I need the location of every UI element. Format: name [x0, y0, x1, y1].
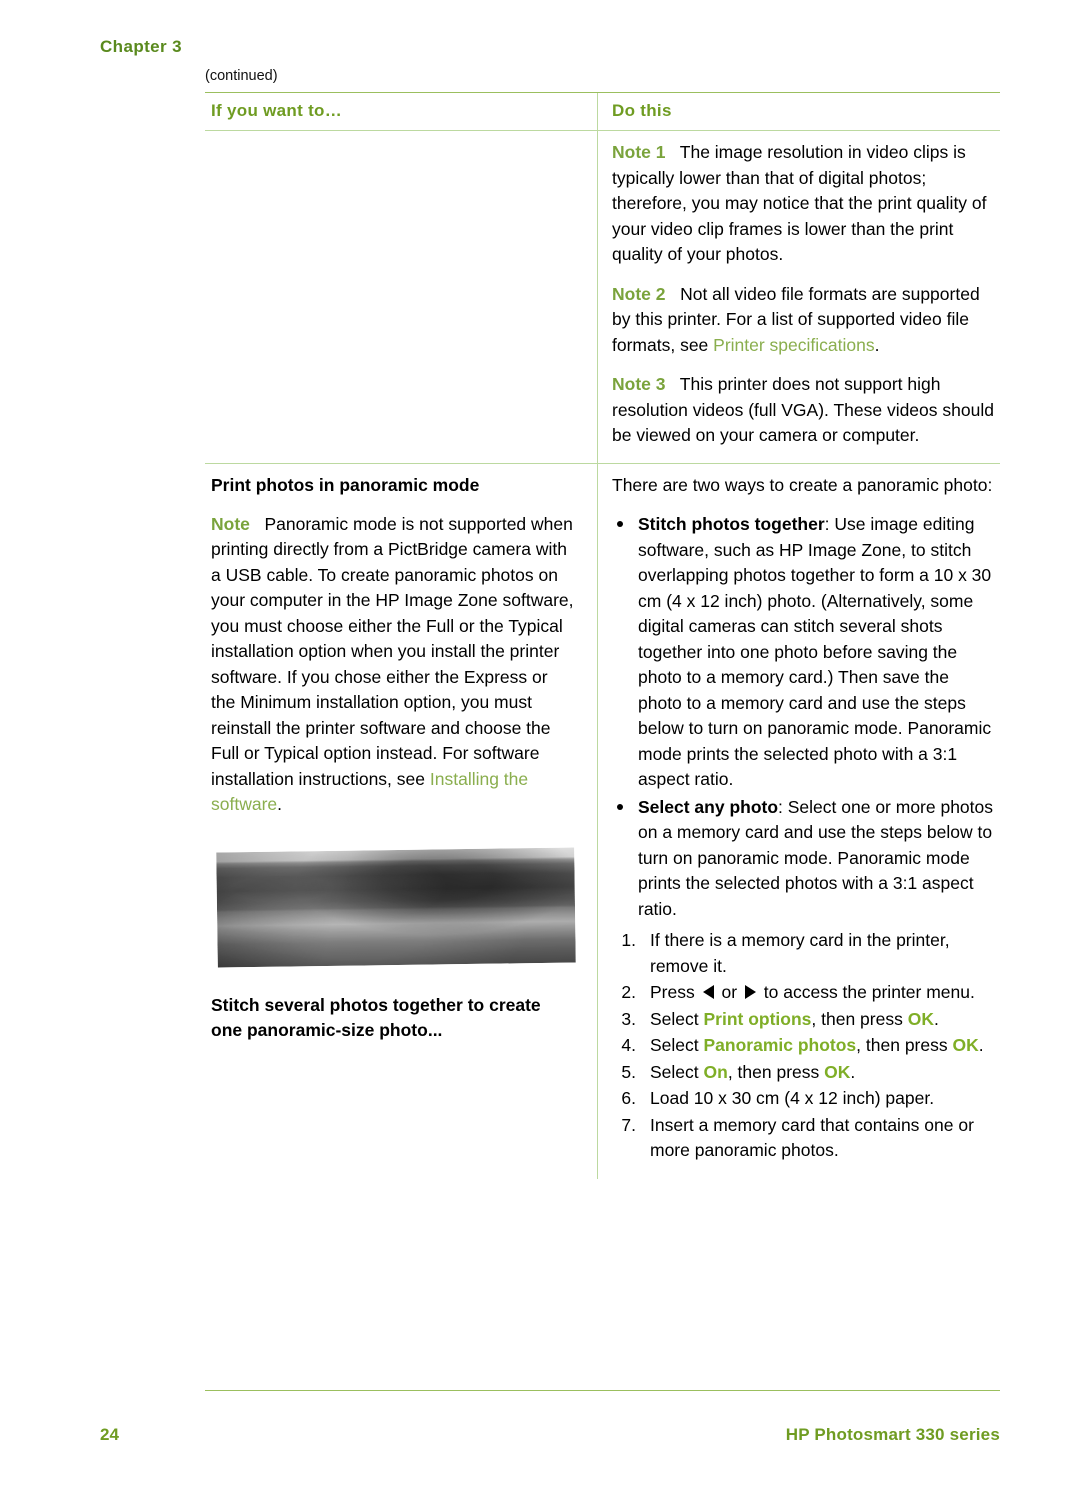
intro-paragraph: There are two ways to create a panoramic…: [612, 474, 993, 495]
panoramic-note-paragraph: Note Panoramic mode is not supported whe…: [211, 512, 575, 818]
note-label: Note: [211, 513, 250, 534]
menu-item-print-options: Print options: [703, 1008, 812, 1029]
table-header-cell-left: If you want to…: [205, 93, 597, 130]
step-text-mid: , then press: [727, 1061, 825, 1082]
table-row: Note 1 The image resolution in video cli…: [205, 131, 1000, 463]
note-3-paragraph: Note 3 This printer does not support hig…: [612, 372, 994, 449]
bullet-2-bold: Select any photo: [638, 796, 779, 817]
row2-cell-right: There are two ways to create a panoramic…: [597, 463, 1000, 1179]
note-text: Panoramic mode is not supported when pri…: [211, 513, 574, 789]
row1-cell-left: [205, 131, 597, 463]
step-text-pre: Select: [650, 1061, 704, 1082]
printer-specifications-link[interactable]: Printer specifications: [713, 335, 874, 355]
step-number: 7.: [621, 1114, 636, 1135]
button-ok: OK: [907, 1008, 934, 1029]
step-text-pre: Select: [650, 1008, 704, 1029]
chapter-label: Chapter 3: [100, 37, 183, 56]
step-text-post: to access the printer menu.: [758, 982, 975, 1002]
table-header-row: If you want to… Do this: [205, 93, 1000, 130]
list-item: 6. Load 10 x 30 cm (4 x 12 inch) paper.: [612, 1086, 994, 1112]
table-row: Print photos in panoramic mode Note Pano…: [205, 463, 1000, 1179]
step-text: Load 10 x 30 cm (4 x 12 inch) paper.: [650, 1088, 935, 1108]
list-item: 7. Insert a memory card that contains on…: [612, 1113, 994, 1164]
step-text-post: .: [850, 1061, 856, 1082]
step-text-pre: Select: [650, 1035, 704, 1055]
row1-cell-right: Note 1 The image resolution in video cli…: [597, 131, 1000, 463]
list-item: 3. Select Print options, then press OK.: [612, 1007, 994, 1033]
photo-caption: Stitch several photos together to create…: [211, 994, 541, 1040]
list-item: 5. Select On, then press OK.: [612, 1060, 994, 1086]
step-number: 3.: [621, 1008, 636, 1029]
table-header-cell-right: Do this: [597, 93, 1000, 130]
methods-bullet-list: Stitch photos together: Use image editin…: [612, 512, 994, 922]
step-text: Insert a memory card that contains one o…: [650, 1114, 974, 1161]
right-arrow-icon: [744, 985, 756, 999]
button-ok: OK: [824, 1061, 851, 1082]
continued-label: (continued): [205, 68, 278, 84]
page-number: 24: [100, 1425, 119, 1444]
step-number: 4.: [621, 1035, 636, 1055]
note-2-end: .: [874, 334, 880, 355]
note-2-paragraph: Note 2 Not all video file formats are su…: [612, 282, 994, 359]
list-item: 4. Select Panoramic photos, then press O…: [612, 1033, 994, 1059]
button-ok: OK: [952, 1035, 979, 1055]
panoramic-photo-image: [216, 847, 576, 967]
step-number: 2.: [621, 982, 636, 1002]
step-text: If there is a memory card in the printer…: [650, 930, 950, 976]
step-text-pre: Press: [650, 982, 700, 1002]
step-text-post: .: [933, 1008, 939, 1029]
procedure-steps: 1. If there is a memory card in the prin…: [612, 928, 994, 1164]
step-text-mid: , then press: [856, 1035, 953, 1055]
step-text-post: .: [978, 1035, 984, 1055]
note-1-label: Note 1: [612, 142, 666, 162]
bullet-dot-icon: [617, 803, 623, 810]
column-header-if-you-want-to: If you want to…: [211, 101, 343, 120]
document-page: Chapter 3 (continued) If you want to… Do…: [0, 0, 1080, 1495]
footer-rule: [205, 1390, 1000, 1391]
note-1-paragraph: Note 1 The image resolution in video cli…: [612, 140, 994, 268]
bullet-1-text: : Use image editing software, such as HP…: [638, 514, 992, 789]
step-number: 5.: [621, 1061, 636, 1082]
step-text-mid: , then press: [811, 1008, 908, 1029]
product-name-footer: HP Photosmart 330 series: [785, 1425, 1000, 1444]
note-end: .: [277, 794, 283, 814]
row2-cell-left: Print photos in panoramic mode Note Pano…: [205, 464, 597, 1179]
list-item: Stitch photos together: Use image editin…: [612, 512, 994, 793]
panoramic-mode-title: Print photos in panoramic mode: [211, 474, 480, 495]
menu-item-on: On: [703, 1061, 728, 1082]
note-3-text: This printer does not support high resol…: [612, 374, 994, 445]
menu-item-panoramic-photos: Panoramic photos: [703, 1035, 857, 1055]
step-number: 6.: [621, 1088, 636, 1108]
list-item: 1. If there is a memory card in the prin…: [612, 928, 994, 979]
bullet-1-bold: Stitch photos together: [638, 514, 825, 534]
list-item: 2. Press or to access the printer menu.: [612, 980, 994, 1006]
landscape-photo: [216, 847, 576, 967]
left-arrow-icon: [702, 985, 714, 999]
list-item: Select any photo: Select one or more pho…: [612, 795, 994, 923]
column-header-do-this: Do this: [612, 101, 672, 120]
step-text-mid: or: [716, 982, 742, 1002]
step-number: 1.: [621, 930, 636, 950]
note-3-label: Note 3: [612, 374, 666, 394]
note-1-text: The image resolution in video clips is t…: [612, 142, 987, 264]
instructions-table: If you want to… Do this Note 1 The image…: [205, 92, 1000, 1179]
note-2-label: Note 2: [612, 283, 666, 304]
bullet-dot-icon: [617, 521, 623, 527]
